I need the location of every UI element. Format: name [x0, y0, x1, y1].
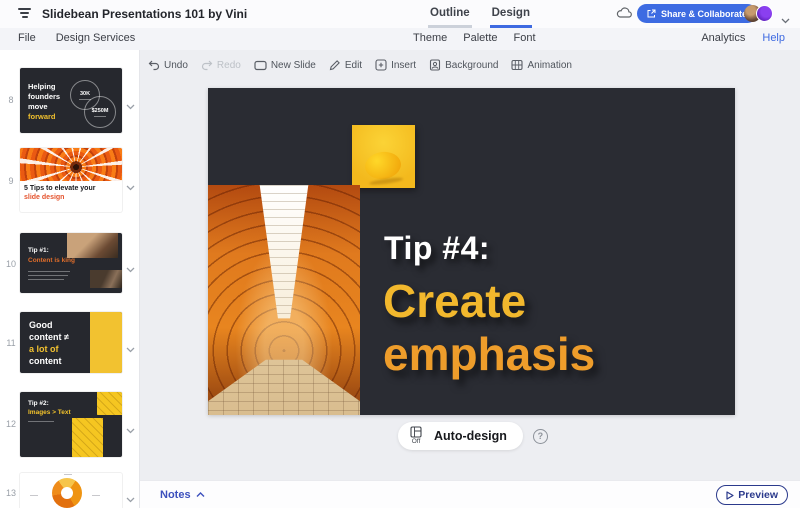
editing-toolbar: Undo Redo New Slide Edit Insert Backgrou… [148, 59, 572, 71]
auto-design-toggle[interactable]: Off Auto-design [398, 422, 523, 450]
thumb-text-accent: slide design [24, 194, 64, 201]
play-icon [726, 491, 734, 500]
slide-number: 13 [5, 488, 17, 498]
stat-circle: $250M [84, 96, 116, 128]
menu-bar: File Design Services Theme Palette Font … [0, 28, 800, 50]
share-icon [647, 9, 656, 18]
slide-thumbnail-12[interactable]: Tip #2: Images > Text [20, 392, 122, 457]
slide-options-chevron-icon[interactable] [126, 178, 135, 196]
lemon-image[interactable] [352, 125, 415, 188]
slide-thumbnail-11[interactable]: Good content ≠ a lot of content [20, 312, 122, 373]
tab-outline[interactable]: Outline [428, 0, 472, 28]
slide-number: 8 [5, 95, 17, 105]
bottom-bar: Notes Preview [140, 480, 800, 508]
notes-toggle[interactable]: Notes [160, 489, 205, 501]
auto-design-state: Off [412, 439, 421, 446]
notes-label: Notes [160, 489, 191, 501]
slide-tip-label[interactable]: Tip #4: [384, 232, 490, 264]
caret-up-icon [196, 492, 205, 498]
redo-button[interactable]: Redo [201, 60, 241, 71]
slide-options-chevron-icon[interactable] [126, 260, 135, 278]
animation-button[interactable]: Animation [511, 59, 571, 71]
desk-image [67, 233, 118, 258]
auto-design-label: Auto-design [434, 429, 507, 443]
new-slide-button[interactable]: New Slide [254, 60, 316, 71]
menu-font[interactable]: Font [514, 32, 536, 44]
thumb-text: Good [29, 319, 69, 331]
slide-thumbnail-panel: 8 Helping founders move forward 30K $250… [0, 50, 140, 508]
background-button[interactable]: Background [429, 59, 498, 71]
auto-design-control: Off Auto-design ? [398, 422, 548, 450]
slide-number: 11 [5, 338, 17, 348]
menu-help[interactable]: Help [762, 32, 785, 44]
help-question-icon[interactable]: ? [533, 429, 548, 444]
thumb-text: move [28, 102, 60, 112]
slide-headline-line2[interactable]: emphasis [383, 331, 595, 377]
menu-theme[interactable]: Theme [413, 32, 447, 44]
menu-file[interactable]: File [18, 32, 36, 44]
thumb-text: content [29, 355, 69, 367]
undo-icon [148, 60, 160, 71]
edit-pencil-icon [329, 59, 341, 71]
insert-plus-icon [375, 59, 387, 71]
new-slide-icon [254, 60, 267, 71]
tunnel-image[interactable] [208, 185, 360, 415]
editor-main: Undo Redo New Slide Edit Insert Backgrou… [140, 50, 800, 508]
slide-options-chevron-icon[interactable] [126, 97, 135, 115]
thumb-text-accent: Content is king [28, 257, 75, 264]
yellow-image [97, 392, 122, 415]
document-title: Slidebean Presentations 101 by Vini [42, 7, 247, 21]
view-tabs: Outline Design [428, 0, 532, 28]
slide-number: 12 [5, 419, 17, 429]
insert-button[interactable]: Insert [375, 59, 416, 71]
yellow-block [90, 312, 122, 373]
thumb-text-accent: forward [28, 112, 60, 122]
preview-label: Preview [738, 489, 778, 501]
slide-options-chevron-icon[interactable] [126, 340, 135, 358]
thumb-text: Tip #1: [28, 247, 49, 254]
slide-thumbnail-13[interactable] [20, 473, 122, 508]
thumb-text-accent: a lot of [29, 343, 69, 355]
slidebean-editor: Slidebean Presentations 101 by Vini Outl… [0, 0, 800, 508]
preview-button[interactable]: Preview [716, 485, 788, 505]
menu-palette[interactable]: Palette [463, 32, 497, 44]
cloud-sync-icon[interactable] [616, 6, 633, 24]
menu-icon[interactable] [18, 8, 31, 19]
slide-thumbnail-10[interactable]: Tip #1: Content is king [20, 233, 122, 293]
undo-button[interactable]: Undo [148, 60, 188, 71]
thumb-text: Helping [28, 82, 60, 92]
avatar[interactable] [756, 5, 773, 22]
menu-design-services[interactable]: Design Services [56, 32, 135, 44]
staircase-image [20, 148, 122, 181]
slide-thumbnail-9[interactable]: 5 Tips to elevate your slide design [20, 148, 122, 212]
slide-options-chevron-icon[interactable] [126, 490, 135, 508]
top-header: Slidebean Presentations 101 by Vini Outl… [0, 0, 800, 28]
thumb-text: 5 Tips to elevate your [24, 185, 95, 192]
donut-chart [52, 478, 82, 508]
thumb-text: founders [28, 92, 60, 102]
edit-button[interactable]: Edit [329, 59, 362, 71]
tab-design[interactable]: Design [490, 0, 532, 28]
hands-image [90, 270, 122, 288]
yellow-image [72, 418, 103, 457]
user-avatars[interactable] [744, 5, 776, 23]
slide-number: 10 [5, 259, 17, 269]
share-button-label: Share & Collaborate [661, 9, 747, 19]
thumb-text: content ≠ [29, 331, 69, 343]
thumb-text: Tip #2: [28, 400, 49, 407]
animation-icon [511, 59, 523, 71]
slide-options-chevron-icon[interactable] [126, 421, 135, 439]
slide-headline-line1[interactable]: Create [383, 278, 526, 324]
thumb-text-accent: Images > Text [28, 409, 71, 416]
slide-number: 9 [5, 176, 17, 186]
slide-canvas[interactable]: Tip #4: Create emphasis [208, 88, 735, 415]
menu-analytics[interactable]: Analytics [701, 32, 745, 44]
layout-icon [410, 426, 422, 438]
share-collaborate-button[interactable]: Share & Collaborate [637, 4, 757, 23]
redo-icon [201, 60, 213, 71]
background-image-icon [429, 59, 441, 71]
account-chevron-down-icon[interactable] [781, 11, 790, 29]
slide-thumbnail-8[interactable]: Helping founders move forward 30K $250M [20, 68, 122, 133]
